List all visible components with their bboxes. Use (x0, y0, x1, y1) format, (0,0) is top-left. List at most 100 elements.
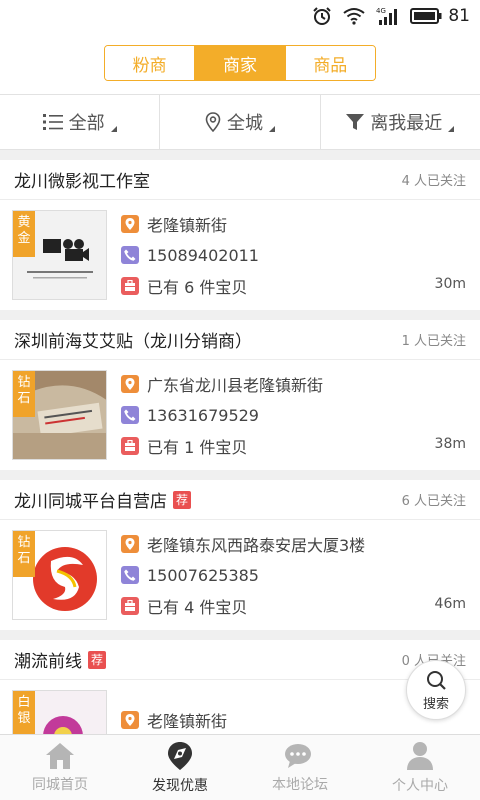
list-icon (42, 114, 63, 130)
goods-bag-icon (121, 277, 139, 295)
shop-name: 龙川微影视工作室 (14, 172, 150, 192)
search-button[interactable]: 搜索 (406, 660, 466, 720)
nav-home-label: 同城首页 (32, 776, 88, 793)
shop-address-row: 老隆镇东风西路泰安居大厦3楼 (121, 534, 366, 555)
search-icon (427, 670, 446, 690)
nav-discover[interactable]: 发现优惠 (120, 735, 240, 800)
shop-phone-row[interactable]: 13631679529 (121, 405, 323, 425)
segment-tab-fans[interactable]: 粉商 (105, 46, 195, 80)
goods-bag-icon (121, 597, 139, 615)
shop-info: 老隆镇新街 15089402011 已有 6 件宝贝 (121, 214, 259, 297)
shop-address-row: 广东省龙川县老隆镇新街 (121, 374, 324, 395)
nav-forum-label: 本地论坛 (272, 776, 328, 793)
filter-category-label: 全部 (68, 113, 105, 134)
shop-name: 潮流前线 荐 (14, 647, 107, 672)
shop-thumbnail: 钻石 (12, 370, 107, 460)
level-badge: 白银 (13, 691, 35, 737)
filter-area-label: 全城 (226, 113, 263, 134)
segment-tab-merchants[interactable]: 商家 (194, 46, 285, 80)
follower-count: 1 人已关注 (401, 334, 466, 349)
shop-card[interactable]: 龙川微影视工作室 4 人已关注 黄金 老隆镇新街 15089402011 已有 … (0, 160, 480, 310)
recommended-badge: 荐 (173, 490, 192, 509)
nav-profile[interactable]: 个人中心 (360, 735, 480, 800)
phone-icon (121, 246, 139, 264)
funnel-icon (346, 114, 365, 130)
nav-discover-label: 发现优惠 (152, 777, 208, 794)
shop-name: 龙川同城平台自营店 荐 (14, 487, 192, 512)
battery-icon (410, 8, 442, 24)
shop-card-body: 黄金 老隆镇新街 15089402011 已有 6 件宝贝 30m (0, 200, 480, 310)
bottom-nav: 同城首页 发现优惠 本地论坛 个人中心 (0, 734, 480, 800)
signal-4g-icon: 4G (376, 7, 398, 25)
shop-card[interactable]: 深圳前海艾艾贴（龙川分销商） 1 人已关注 钻石 广东省龙川县老隆镇新街 136… (0, 320, 480, 470)
shop-thumbnail: 钻石 (12, 530, 107, 620)
level-badge: 钻石 (13, 371, 35, 417)
follower-count: 6 人已关注 (401, 494, 466, 509)
chat-icon (285, 743, 311, 768)
filter-bar: 全部 全城 离我最近 (0, 94, 480, 150)
shop-distance: 30m (434, 276, 466, 292)
status-bar: 4G 81 (0, 0, 480, 32)
shop-card-header: 深圳前海艾艾贴（龙川分销商） 1 人已关注 (0, 320, 480, 360)
shop-card-header: 龙川同城平台自营店 荐 6 人已关注 (0, 480, 480, 520)
segment-control: 粉商 商家 商品 (104, 45, 376, 81)
shop-info: 老隆镇东风西路泰安居大厦3楼 15007625385 已有 4 件宝贝 (121, 534, 366, 617)
shop-address: 老隆镇新街 (147, 711, 228, 731)
battery-level: 81 (448, 6, 470, 26)
shop-address-row: 老隆镇新街 (121, 214, 259, 235)
shop-goods-row: 已有 6 件宝贝 (121, 276, 259, 297)
filter-sort[interactable]: 离我最近 (319, 95, 480, 149)
shop-card-header: 龙川微影视工作室 4 人已关注 (0, 160, 480, 200)
shop-list: 龙川微影视工作室 4 人已关注 黄金 老隆镇新街 15089402011 已有 … (0, 160, 480, 800)
search-button-label: 搜索 (422, 696, 449, 712)
location-pin-icon (205, 112, 221, 132)
shop-address: 广东省龙川县老隆镇新街 (147, 376, 324, 395)
shop-phone: 13631679529 (147, 405, 259, 425)
location-icon (121, 375, 139, 393)
goods-bag-icon (121, 437, 139, 455)
shop-phone-row[interactable]: 15007625385 (121, 565, 365, 585)
shop-goods-count: 已有 6 件宝贝 (147, 278, 248, 297)
level-badge: 钻石 (13, 531, 35, 577)
shop-card-header: 潮流前线 荐 0 人已关注 (0, 640, 480, 680)
shop-info: 广东省龙川县老隆镇新街 13631679529 已有 1 件宝贝 (121, 374, 324, 457)
wifi-icon (343, 8, 365, 25)
alarm-icon (313, 7, 332, 25)
shop-card[interactable]: 龙川同城平台自营店 荐 6 人已关注 钻石 老隆镇东风西路泰安居大厦3楼 150… (0, 480, 480, 630)
home-icon (46, 742, 74, 769)
recommended-badge: 荐 (88, 650, 107, 669)
nav-profile-label: 个人中心 (392, 777, 448, 794)
shop-address: 老隆镇新街 (147, 216, 228, 235)
shop-goods-count: 已有 1 件宝贝 (147, 438, 248, 457)
shop-card-body: 钻石 广东省龙川县老隆镇新街 13631679529 已有 1 件宝贝 38m (0, 360, 480, 470)
shop-phone-row[interactable]: 15089402011 (121, 245, 259, 265)
screen: 4G 81 粉商 商家 商品 全部 全城 离我最近 龙川微影视工作室 4 人已关… (0, 0, 480, 800)
shop-phone: 15089402011 (147, 245, 259, 265)
shop-address-row: 老隆镇新街 (121, 710, 259, 731)
filter-area[interactable]: 全城 (159, 95, 319, 149)
nav-forum[interactable]: 本地论坛 (240, 735, 360, 800)
shop-distance: 38m (434, 436, 466, 452)
shop-address: 老隆镇东风西路泰安居大厦3楼 (147, 536, 366, 555)
person-icon (407, 741, 433, 770)
filter-sort-label: 离我最近 (370, 113, 443, 134)
shop-goods-row: 已有 4 件宝贝 (121, 596, 365, 617)
shop-name: 深圳前海艾艾贴（龙川分销商） (14, 332, 252, 352)
filter-category[interactable]: 全部 (0, 95, 159, 149)
phone-icon (121, 406, 139, 424)
dropdown-corner-icon (268, 126, 275, 132)
dropdown-corner-icon (110, 126, 117, 132)
nav-home[interactable]: 同城首页 (0, 735, 120, 800)
shop-phone: 15007625385 (147, 565, 259, 585)
discover-icon (168, 741, 192, 770)
location-icon (121, 710, 139, 729)
segment-tab-products[interactable]: 商品 (284, 46, 375, 80)
phone-icon (121, 566, 139, 584)
shop-goods-row: 已有 1 件宝贝 (121, 436, 323, 457)
dropdown-corner-icon (448, 126, 455, 132)
shop-thumbnail: 黄金 (12, 210, 107, 300)
shop-card-body: 钻石 老隆镇东风西路泰安居大厦3楼 15007625385 已有 4 件宝贝 4… (0, 520, 480, 630)
top-bar: 粉商 商家 商品 (0, 32, 480, 94)
battery-status: 81 (410, 6, 470, 26)
svg-text:4G: 4G (376, 7, 386, 15)
